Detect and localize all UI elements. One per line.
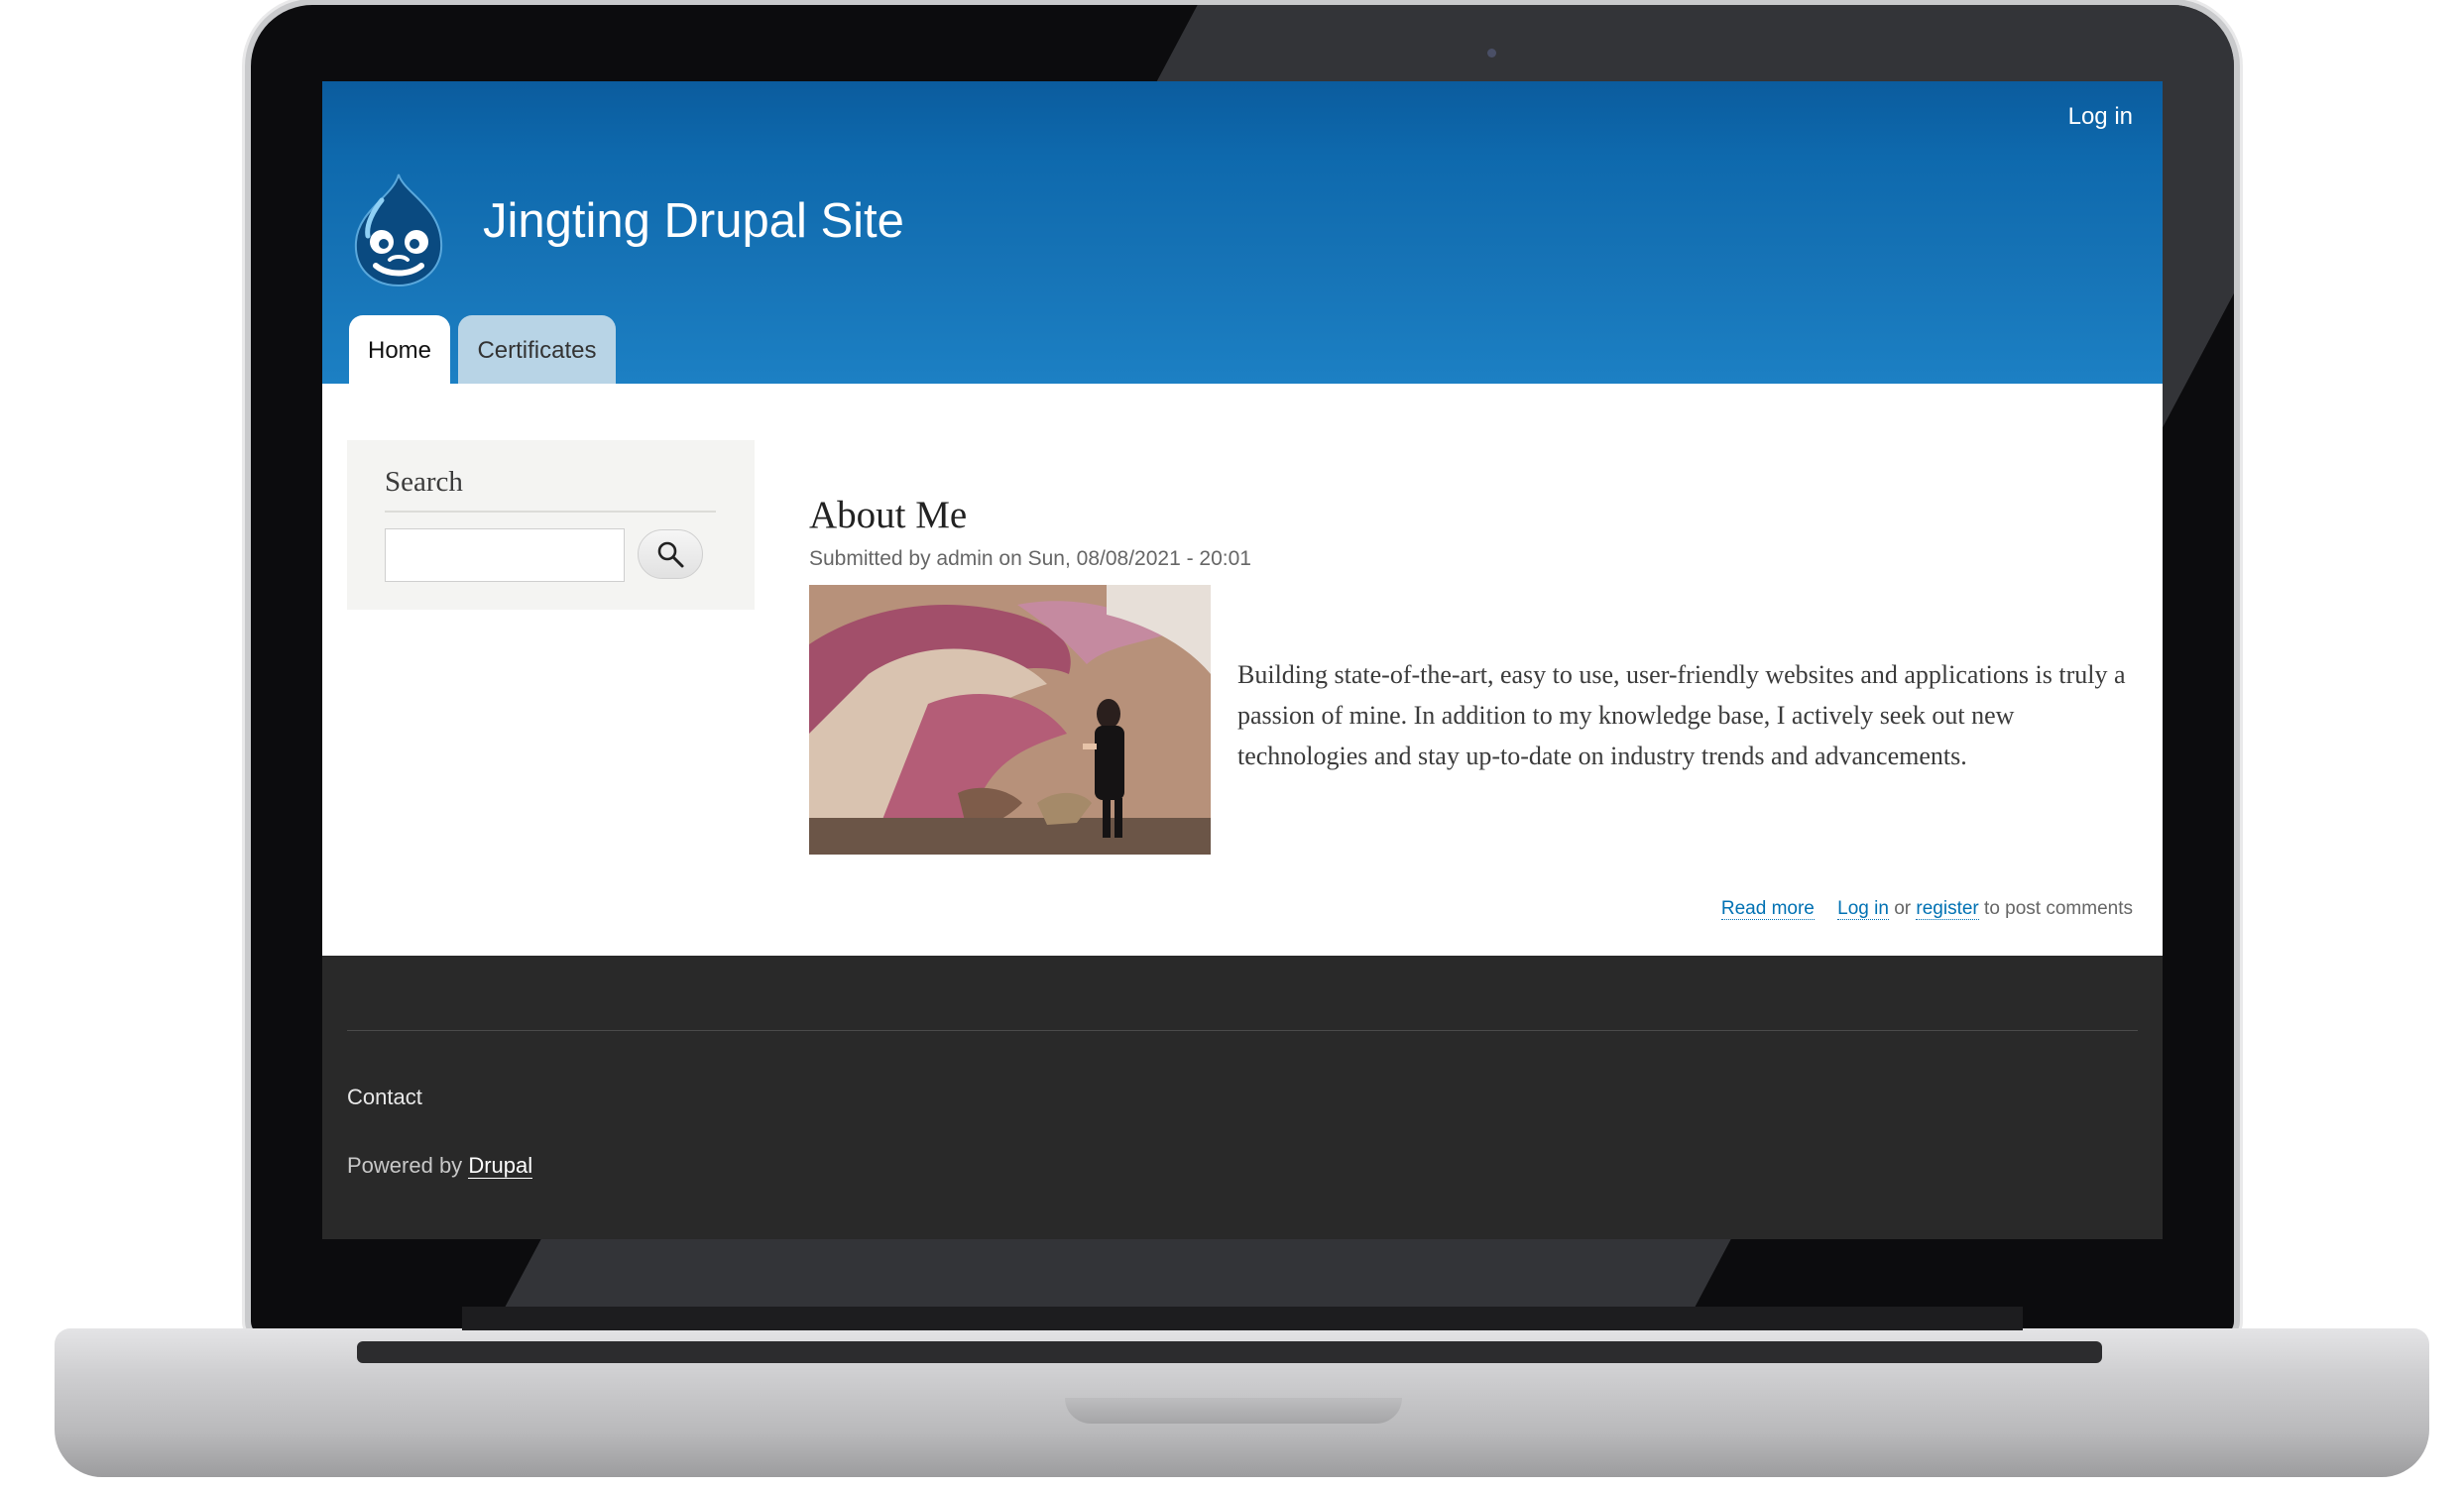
search-block: Search (347, 440, 755, 610)
drupal-logo-icon[interactable] (344, 171, 453, 289)
article-body: Building state-of-the-art, easy to use, … (1237, 660, 2126, 770)
footer-divider (347, 1030, 2138, 1031)
search-input[interactable] (385, 528, 625, 582)
register-link[interactable]: register (1916, 898, 1979, 920)
search-icon (657, 541, 684, 568)
search-button[interactable] (638, 529, 703, 579)
laptop-hinge (462, 1307, 2023, 1330)
article-photo (809, 585, 1211, 855)
drupal-link[interactable]: Drupal (468, 1153, 533, 1179)
footer-powered-by: Powered by Drupal (347, 1153, 533, 1179)
tab-certificates[interactable]: Certificates (458, 315, 616, 384)
search-heading: Search (385, 466, 463, 498)
post-comments-text: to post comments (1984, 898, 2133, 919)
site-title[interactable]: Jingting Drupal Site (483, 193, 904, 249)
read-more-link[interactable]: Read more (1720, 898, 1815, 920)
keyboard-edge (357, 1341, 2102, 1363)
header-login-link[interactable]: Log in (2068, 103, 2133, 131)
footer-contact-link[interactable]: Contact (347, 1085, 422, 1110)
lid-opening-notch (1065, 1398, 1402, 1424)
site-header: Log in Jingting Drupal Site Home Certifi… (322, 81, 2163, 384)
comment-login-link[interactable]: Log in (1837, 898, 1889, 920)
article-submitted-info: Submitted by admin on Sun, 08/08/2021 - … (809, 547, 1251, 570)
divider (385, 511, 716, 513)
or-text: or (1894, 898, 1912, 919)
tab-home[interactable]: Home (349, 315, 450, 384)
browser-viewport: Log in Jingting Drupal Site Home Certifi… (322, 81, 2163, 1239)
powered-by-text: Powered by (347, 1153, 463, 1178)
webcam-icon (1487, 49, 1496, 57)
article-links: Read more Log in or register to post com… (1720, 898, 2133, 920)
site-footer: Contact Powered by Drupal (322, 956, 2163, 1239)
article-title[interactable]: About Me (809, 493, 967, 537)
